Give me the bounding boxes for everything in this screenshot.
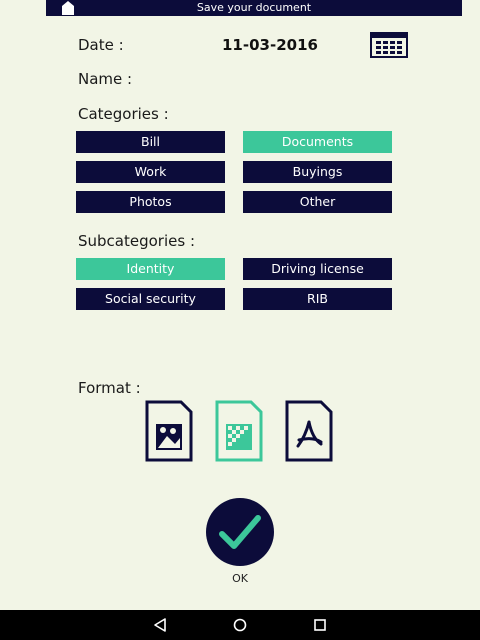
category-bill[interactable]: Bill <box>76 131 225 153</box>
subcategory-rib[interactable]: RIB <box>243 288 392 310</box>
back-icon[interactable] <box>152 617 168 633</box>
category-work[interactable]: Work <box>76 161 225 183</box>
date-value[interactable]: 11-03-2016 <box>222 36 318 54</box>
category-other[interactable]: Other <box>243 191 392 213</box>
category-documents[interactable]: Documents <box>243 131 392 153</box>
subcategory-social-security[interactable]: Social security <box>76 288 225 310</box>
page-title: Save your document <box>196 1 312 14</box>
subcategory-driving-license[interactable]: Driving license <box>243 258 392 280</box>
checkmark-icon <box>219 515 261 549</box>
ok-button[interactable] <box>206 498 274 566</box>
name-label: Name : <box>78 70 133 88</box>
recents-icon[interactable] <box>312 617 328 633</box>
categories-label: Categories : <box>78 105 169 123</box>
category-photos[interactable]: Photos <box>76 191 225 213</box>
home-circle-icon[interactable] <box>232 617 248 633</box>
pdf-file-icon[interactable] <box>285 400 333 462</box>
home-icon[interactable] <box>62 1 74 15</box>
subcategory-identity[interactable]: Identity <box>76 258 225 280</box>
subcategories-label: Subcategories : <box>78 232 195 250</box>
scan-file-icon[interactable] <box>215 400 263 462</box>
calendar-icon[interactable] <box>370 32 408 58</box>
ok-label: OK <box>232 572 248 585</box>
format-label: Format : <box>78 379 141 397</box>
image-file-icon[interactable] <box>145 400 193 462</box>
navigation-bar <box>0 610 480 640</box>
title-bar: Save your document <box>46 0 462 16</box>
category-buyings[interactable]: Buyings <box>243 161 392 183</box>
date-label: Date : <box>78 36 124 54</box>
